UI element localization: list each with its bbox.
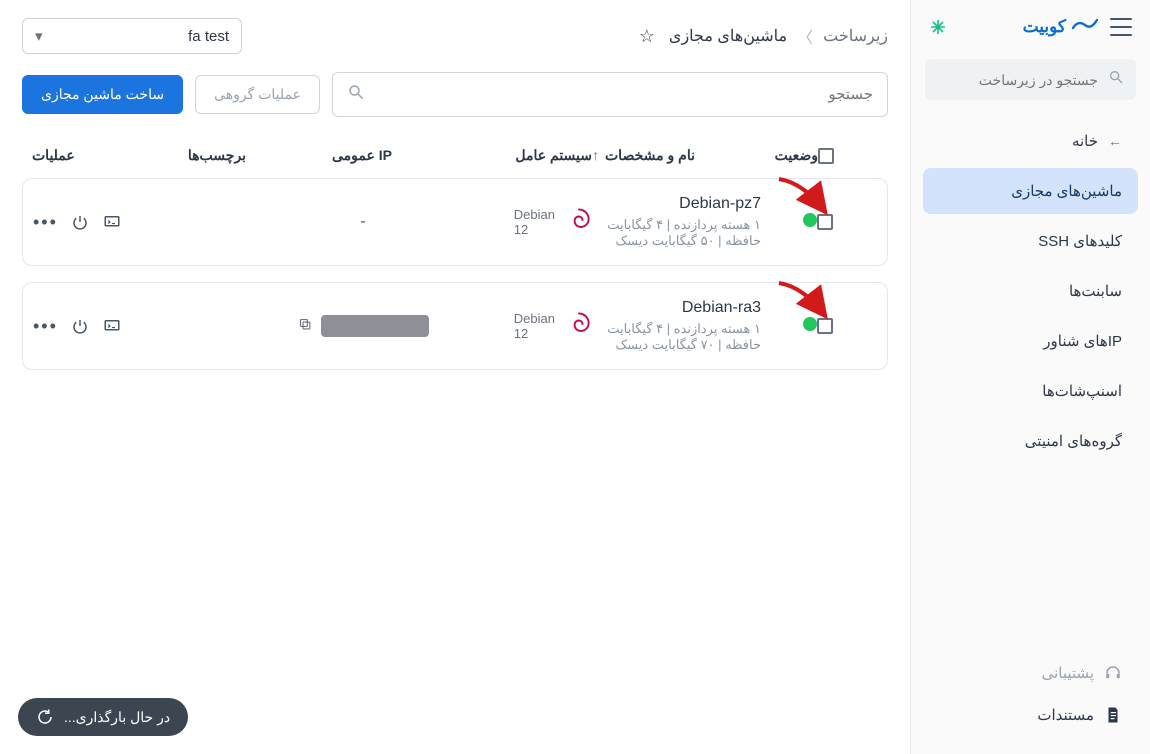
- footer-label: مستندات: [1037, 706, 1094, 724]
- sidebar: کوبیت ← خانه ماشین‌های مجازی کلیدهای SSH: [910, 0, 1150, 754]
- vm-specs: ۱ هسته پردازنده | ۴ گیگابایتحافظه | ۷۰ گ…: [593, 321, 761, 353]
- brand-secondary: [929, 18, 947, 36]
- header-checkbox[interactable]: [818, 148, 834, 164]
- ip-value: [321, 315, 429, 337]
- brand-logo: کوبیت: [1023, 16, 1098, 37]
- table-header: وضعیت نام و مشخصات ↑ سیستم عامل IP عمومی…: [22, 133, 888, 178]
- sidebar-search[interactable]: [925, 59, 1136, 100]
- col-ops[interactable]: عملیات: [32, 147, 152, 164]
- nav-ssh[interactable]: کلیدهای SSH: [923, 218, 1138, 264]
- nav-security-groups[interactable]: گروه‌های امنیتی: [923, 418, 1138, 464]
- row-checkbox[interactable]: [817, 318, 833, 334]
- power-icon[interactable]: [70, 212, 90, 232]
- vm-specs: ۱ هسته پردازنده | ۴ گیگابایتحافظه | ۵۰ گ…: [593, 217, 761, 249]
- footer-docs[interactable]: مستندات: [923, 694, 1138, 736]
- col-os[interactable]: سیستم عامل: [442, 147, 592, 164]
- col-name[interactable]: نام و مشخصات ↑: [592, 147, 762, 164]
- nav-snapshots[interactable]: اسنپ‌شات‌ها: [923, 368, 1138, 414]
- nav-vms[interactable]: ماشین‌های مجازی: [923, 168, 1138, 214]
- table-row[interactable]: Debian-ra3 ۱ هسته پردازنده | ۴ گیگابایتحا…: [22, 282, 888, 370]
- vm-table: وضعیت نام و مشخصات ↑ سیستم عامل IP عمومی…: [0, 133, 910, 370]
- vm-name: Debian-ra3: [593, 299, 761, 317]
- loading-pill: در حال بارگذاری...: [18, 698, 188, 736]
- debian-swirl-icon: [565, 206, 593, 239]
- col-status[interactable]: وضعیت: [762, 147, 818, 164]
- power-icon[interactable]: [70, 316, 90, 336]
- ip-value: -: [360, 213, 365, 231]
- annotation-arrow: [773, 173, 833, 213]
- debian-swirl-icon: [565, 310, 593, 343]
- os-name: Debian: [514, 207, 555, 222]
- search-icon: [1108, 69, 1124, 90]
- nav-label: سابنت‌ها: [1069, 282, 1122, 300]
- breadcrumb-leaf: ماشین‌های مجازی: [669, 26, 787, 46]
- status-indicator: [803, 213, 817, 227]
- nav-label: گروه‌های امنیتی: [1025, 432, 1122, 450]
- arrow-left-icon: ←: [1108, 133, 1122, 149]
- nav-label: کلیدهای SSH: [1038, 232, 1122, 250]
- os-ver: 12: [514, 326, 555, 341]
- nav-floating-ips[interactable]: IPهای شناور: [923, 318, 1138, 364]
- vm-name: Debian-pz7: [593, 195, 761, 213]
- footer-label: پشتیبانی: [1042, 664, 1094, 682]
- brand-wave-icon: [1072, 16, 1098, 37]
- project-select[interactable]: ▾ fa test: [22, 18, 242, 54]
- os-cell: Debian12: [443, 310, 593, 343]
- os-name: Debian: [514, 311, 555, 326]
- main-search[interactable]: [332, 72, 888, 117]
- nav-label: خانه: [1072, 132, 1098, 150]
- sort-asc-icon: ↑: [592, 147, 599, 164]
- console-icon[interactable]: [102, 212, 122, 232]
- refresh-icon: [36, 708, 54, 726]
- nav-subnets[interactable]: سابنت‌ها: [923, 268, 1138, 314]
- annotation-arrow: [773, 277, 833, 317]
- os-cell: Debian12: [443, 206, 593, 239]
- copy-icon[interactable]: [298, 317, 313, 335]
- row-checkbox[interactable]: [817, 214, 833, 230]
- table-row[interactable]: Debian-pz7 ۱ هسته پردازنده | ۴ گیگابایتحا…: [22, 178, 888, 266]
- caret-down-icon: ▾: [35, 27, 43, 45]
- os-ver: 12: [514, 222, 555, 237]
- breadcrumb-root[interactable]: زیرساخت: [823, 26, 888, 46]
- sidebar-search-input[interactable]: [937, 72, 1098, 88]
- nav-label: اسنپ‌شات‌ها: [1042, 382, 1122, 400]
- footer-support[interactable]: پشتیبانی: [923, 652, 1138, 694]
- nav-label: IPهای شناور: [1043, 332, 1122, 350]
- more-menu-icon[interactable]: •••: [33, 212, 58, 233]
- status-indicator: [803, 317, 817, 331]
- document-icon: [1104, 706, 1122, 724]
- create-vm-button[interactable]: ساخت ماشین مجازی: [22, 75, 183, 114]
- nav-label: ماشین‌های مجازی: [1011, 182, 1122, 200]
- main-content: زیرساخت 〉 ماشین‌های مجازی ☆ ▾ fa test عم…: [0, 0, 910, 754]
- col-ip[interactable]: IP عمومی: [282, 147, 442, 164]
- star-icon[interactable]: ☆: [639, 26, 655, 47]
- bulk-ops-button[interactable]: عملیات گروهی: [195, 75, 320, 114]
- search-icon: [347, 83, 365, 106]
- nav-list: ← خانه ماشین‌های مجازی کلیدهای SSH سابنت…: [911, 112, 1150, 474]
- main-search-input[interactable]: [375, 86, 873, 103]
- breadcrumb: زیرساخت 〉 ماشین‌های مجازی: [669, 24, 888, 48]
- brand-primary: کوبیت: [1023, 17, 1066, 37]
- console-icon[interactable]: [102, 316, 122, 336]
- nav-home[interactable]: ← خانه: [923, 118, 1138, 164]
- hamburger-menu-icon[interactable]: [1110, 18, 1132, 36]
- project-name: fa test: [188, 28, 229, 45]
- headset-icon: [1104, 664, 1122, 682]
- loading-text: در حال بارگذاری...: [64, 709, 170, 726]
- chevron-left-icon: 〉: [797, 24, 813, 48]
- col-tags[interactable]: برچسب‌ها: [152, 147, 282, 164]
- more-menu-icon[interactable]: •••: [33, 316, 58, 337]
